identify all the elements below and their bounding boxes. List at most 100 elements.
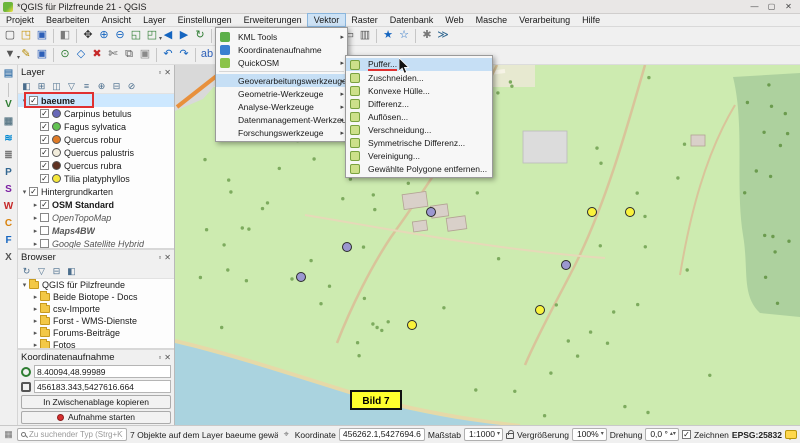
visibility-checkbox[interactable]: ✓ (40, 161, 49, 170)
lock-icon[interactable] (506, 433, 514, 439)
close-button[interactable]: ✕ (780, 0, 797, 13)
paste-features-icon[interactable]: ▣ (137, 47, 153, 63)
layout-manager-icon[interactable]: ▥ (357, 28, 373, 44)
browser-item-fotos[interactable]: ▸Fotos (18, 339, 174, 348)
crosshair-icon[interactable] (21, 382, 31, 392)
submenu-item-gew-hlte-polygone-entfernen[interactable]: Gewählte Polygone entfernen... (346, 162, 492, 175)
visibility-checkbox[interactable]: ✓ (29, 96, 38, 105)
expander-icon[interactable]: ▸ (31, 293, 40, 301)
zoom-last-icon[interactable]: ◀ (160, 28, 176, 44)
visibility-checkbox[interactable] (40, 213, 49, 222)
float-panel-icon[interactable]: ▫ (158, 353, 161, 362)
expander-icon[interactable]: ▸ (31, 341, 40, 348)
collapse-all-icon[interactable]: ⊟ (110, 80, 123, 93)
copy-features-icon[interactable]: ⧉ (121, 47, 137, 63)
menu-item-geometrie-werkzeuge[interactable]: Geometrie-Werkzeuge▸ (216, 87, 347, 100)
close-panel-icon[interactable]: ✕ (164, 353, 171, 362)
menu-bearbeiten[interactable]: Bearbeiten (40, 14, 96, 26)
new-bookmark-icon[interactable]: ☆ (396, 28, 412, 44)
vertex-tool-icon[interactable]: ◇ (73, 47, 89, 63)
magnifier-combo[interactable]: 100%▾ (572, 428, 607, 441)
browser-item-qgis-f-r-pilzfreunde[interactable]: ▾QGIS für Pilzfreunde (18, 279, 174, 291)
locator-search-input[interactable]: Zu suchender Typ (Strg+K) (17, 428, 127, 441)
submenu-item-symmetrische-differenz[interactable]: Symmetrische Differenz... (346, 136, 492, 149)
layer-item-fagus-sylvatica[interactable]: ✓Fagus sylvatica (18, 120, 174, 133)
tree-marker-carpinus-betulus[interactable] (297, 273, 306, 282)
wgs84-coordinate-field[interactable]: 8.40094,48.99989 (34, 365, 171, 378)
open-project-icon[interactable]: ◳ (18, 28, 34, 44)
browser-item-beide-biotope-docs[interactable]: ▸Beide Biotope - Docs (18, 291, 174, 303)
zoom-full-icon[interactable]: ◱ (128, 28, 144, 44)
visibility-checkbox[interactable]: ✓ (40, 200, 49, 209)
submenu-item-puffer[interactable]: Puffer... (346, 58, 492, 71)
copy-to-clipboard-button[interactable]: In Zwischenablage kopieren (21, 395, 171, 409)
layer-item-quercus-robur[interactable]: ✓Quercus robur (18, 133, 174, 146)
data-source-manager-icon[interactable]: ▤ (1, 66, 17, 82)
menu-datenbank[interactable]: Datenbank (384, 14, 440, 26)
browser-item-forst-wms-dienste[interactable]: ▸Forst - WMS-Dienste (18, 315, 174, 327)
tree-marker-tilia-platyphyllos[interactable] (408, 321, 417, 330)
tree-marker-tilia-platyphyllos[interactable] (588, 208, 597, 217)
visibility-checkbox[interactable]: ✓ (29, 187, 38, 196)
layer-item-hintergrundkarten[interactable]: ▾✓Hintergrundkarten (18, 185, 174, 198)
toggle-editing-icon[interactable]: ✎ (18, 47, 34, 63)
zoom-in-icon[interactable]: ⊕ (96, 28, 112, 44)
expander-icon[interactable]: ▸ (31, 329, 40, 337)
maximize-button[interactable]: ▢ (763, 0, 780, 13)
visibility-checkbox[interactable] (40, 239, 49, 248)
tree-marker-tilia-platyphyllos[interactable] (536, 306, 545, 315)
menu-item-datenmanagement-werkzeuge[interactable]: Datenmanagement-Werkzeuge▸ (216, 113, 347, 126)
menu-masche[interactable]: Masche (470, 14, 514, 26)
add-wms-layer-icon[interactable]: W (1, 199, 17, 215)
menu-item-forschungswerkzeuge[interactable]: Forschungswerkzeuge▸ (216, 126, 347, 139)
delete-selected-icon[interactable]: ✖ (89, 47, 105, 63)
menu-item-analyse-werkzeuge[interactable]: Analyse-Werkzeuge▸ (216, 100, 347, 113)
float-panel-icon[interactable]: ▫ (158, 253, 161, 262)
add-vector-layer-icon[interactable]: V (1, 97, 17, 113)
expand-all-icon[interactable]: ⊕ (95, 80, 108, 93)
expander-icon[interactable]: ▸ (31, 227, 40, 235)
crs-indicator[interactable]: EPSG:25832 (732, 430, 782, 440)
submenu-item-zuschneiden[interactable]: Zuschneiden... (346, 71, 492, 84)
menu-item-kml-tools[interactable]: KML Tools▸ (216, 30, 347, 43)
visibility-checkbox[interactable] (40, 226, 49, 235)
menu-item-geoverarbeitungswerkzeuge[interactable]: Geoverarbeitungswerkzeuge▸ (216, 74, 347, 87)
locator-icon[interactable]: ▦ (3, 429, 14, 440)
expander-icon[interactable]: ▸ (31, 240, 40, 248)
tree-marker-carpinus-betulus[interactable] (562, 261, 571, 270)
refresh-browser-icon[interactable]: ↻ (20, 265, 33, 278)
remove-layer-icon[interactable]: ⊘ (125, 80, 138, 93)
tree-marker-carpinus-betulus[interactable] (343, 243, 352, 252)
coordinate-capture-icon[interactable]: ⌖ (281, 429, 292, 440)
visibility-checkbox[interactable]: ✓ (40, 148, 49, 157)
layer-item-quercus-rubra[interactable]: ✓Quercus rubra (18, 159, 174, 172)
visibility-checkbox[interactable]: ✓ (40, 109, 49, 118)
visibility-checkbox[interactable]: ✓ (40, 135, 49, 144)
zoom-next-icon[interactable]: ▶ (176, 28, 192, 44)
submenu-item-differenz[interactable]: Differenz... (346, 97, 492, 110)
menu-projekt[interactable]: Projekt (0, 14, 40, 26)
redo-icon[interactable]: ↷ (176, 47, 192, 63)
browser-properties-icon[interactable]: ◧ (65, 265, 78, 278)
globe-icon[interactable] (21, 367, 31, 377)
menu-hilfe[interactable]: Hilfe (576, 14, 606, 26)
expander-icon[interactable]: ▸ (31, 305, 40, 313)
layer-item-carpinus-betulus[interactable]: ✓Carpinus betulus (18, 107, 174, 120)
expander-icon[interactable]: ▾ (20, 281, 29, 289)
expander-icon[interactable]: ▸ (31, 317, 40, 325)
tree-marker-tilia-platyphyllos[interactable] (626, 208, 635, 217)
menu-ansicht[interactable]: Ansicht (96, 14, 138, 26)
expander-icon[interactable]: ▸ (31, 201, 40, 209)
add-mesh-layer-icon[interactable]: ≋ (1, 131, 17, 147)
layer-item-google-satellite-hybrid[interactable]: ▸Google Satellite Hybrid (18, 237, 174, 248)
render-checkbox[interactable]: ✓ (682, 430, 691, 439)
float-panel-icon[interactable]: ▫ (158, 68, 161, 77)
save-project-icon[interactable]: ▣ (34, 28, 50, 44)
coordinate-input[interactable]: 456262.1,5427694.6 (339, 428, 425, 441)
add-delimited-text-icon[interactable]: ≣ (1, 148, 17, 164)
menu-item-koordinatenaufnahme[interactable]: Koordinatenaufnahme (216, 43, 347, 56)
refresh-map-icon[interactable]: ↻ (192, 28, 208, 44)
expander-icon[interactable]: ▾ (20, 188, 29, 196)
show-bookmarks-icon[interactable]: ★ (380, 28, 396, 44)
zoom-out-icon[interactable]: ⊖ (112, 28, 128, 44)
